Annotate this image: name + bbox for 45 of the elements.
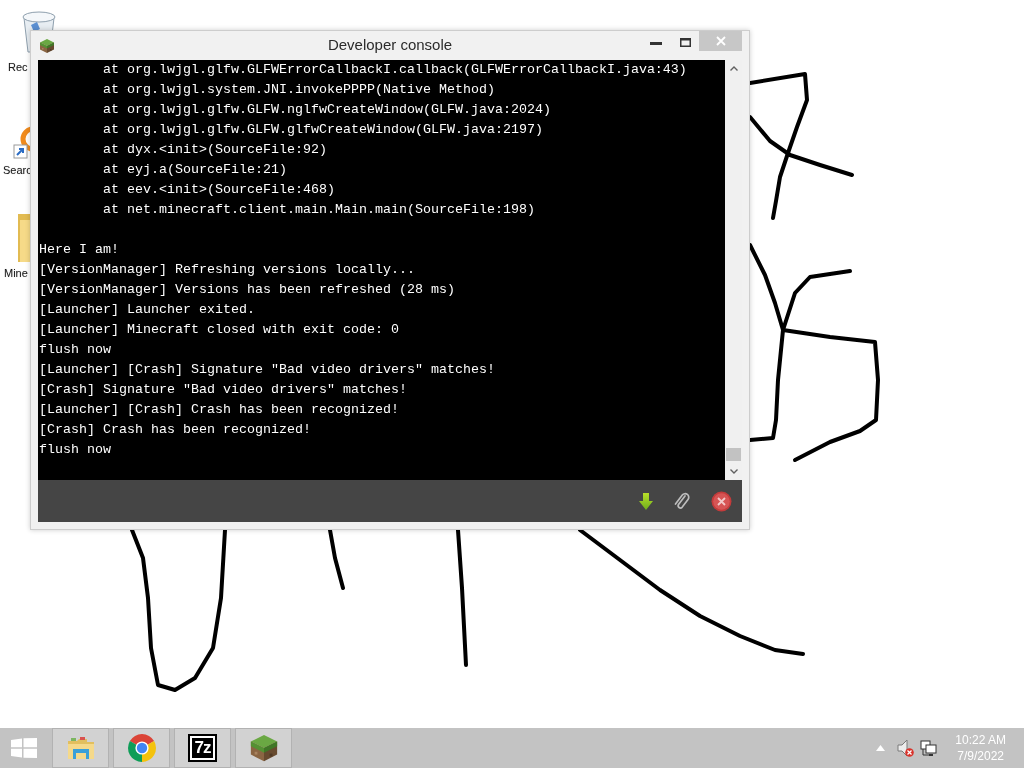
app-logo: 7z — [189, 736, 216, 760]
folder-icon — [65, 735, 96, 761]
stack-trace-line: at dyx.<init>(SourceFile:92) — [102, 141, 328, 159]
cube-icon — [248, 733, 279, 763]
taskbar-button[interactable] — [235, 728, 292, 768]
stack-trace-line: at org.lwjgl.glfw.GLFWErrorCallbackI.callback(GLFWErrorCallbackI.java:43) — [102, 61, 688, 79]
maximize-icon[interactable] — [680, 38, 691, 47]
log-line: Here I am! — [38, 241, 120, 259]
down-arrow-icon[interactable] — [639, 492, 653, 510]
close-circle-icon[interactable] — [711, 490, 732, 512]
log-line: [Launcher] Minecraft closed with exit code: 0 — [38, 321, 400, 339]
speaker-muted-icon[interactable] — [897, 739, 915, 757]
log-line: [Launcher] Launcher exited. — [38, 301, 256, 319]
log-line: [Crash] Crash has been recognized! — [38, 421, 312, 439]
start-icon — [11, 738, 37, 758]
desktop-icon-label: Rec — [8, 60, 28, 74]
stack-trace-line: at org.lwjgl.system.JNI.invokePPPP(Native Method) — [102, 81, 496, 99]
scroll-up-icon[interactable] — [729, 66, 738, 71]
scrollbar-thumb[interactable] — [726, 448, 741, 461]
shortcut-icon[interactable] — [13, 125, 30, 159]
log-line: [VersionManager] Versions has been refreshed (28 ms) — [38, 281, 456, 299]
log-line: [VersionManager] Refreshing versions locally... — [38, 261, 416, 279]
clock-date[interactable]: 7/9/2022 — [955, 748, 1006, 764]
stack-trace-line: at org.lwjgl.glfw.GLFW.glfwCreateWindow(GLFW.java:2197) — [102, 121, 544, 139]
cube-icon — [39, 37, 55, 54]
log-line: [Launcher] [Crash] Signature "Bad video drivers" matches! — [38, 361, 496, 379]
log-line: [Launcher] [Crash] Crash has been recognized! — [38, 401, 400, 419]
taskbar-button[interactable] — [113, 728, 170, 768]
window-title: Developer console — [327, 35, 453, 56]
log-line: flush now — [38, 341, 112, 359]
stack-trace-line: at eev.<init>(SourceFile:468) — [102, 181, 336, 199]
paperclip-icon[interactable] — [674, 491, 690, 511]
log-line: [Crash] Signature "Bad video drivers" matches! — [38, 381, 408, 399]
stack-trace-line: at net.minecraft.client.main.Main.main(SourceFile:198) — [102, 201, 536, 219]
desktop-icon-label: Searc — [3, 163, 32, 177]
desktop-icon-label: Mine — [4, 266, 28, 280]
stack-trace-line: at org.lwjgl.glfw.GLFW.nglfwCreateWindow(GLFW.java:2024) — [102, 101, 552, 119]
scroll-down-icon[interactable] — [729, 469, 738, 474]
close-icon — [715, 36, 726, 46]
stack-trace-line: at eyj.a(SourceFile:21) — [102, 161, 288, 179]
clock-time[interactable]: 10:22 AM — [955, 732, 1006, 748]
circle-logo-icon — [125, 732, 158, 764]
log-line: flush now — [38, 441, 112, 459]
network-icon[interactable] — [920, 739, 938, 757]
taskbar-button[interactable]: 7z — [174, 728, 231, 768]
